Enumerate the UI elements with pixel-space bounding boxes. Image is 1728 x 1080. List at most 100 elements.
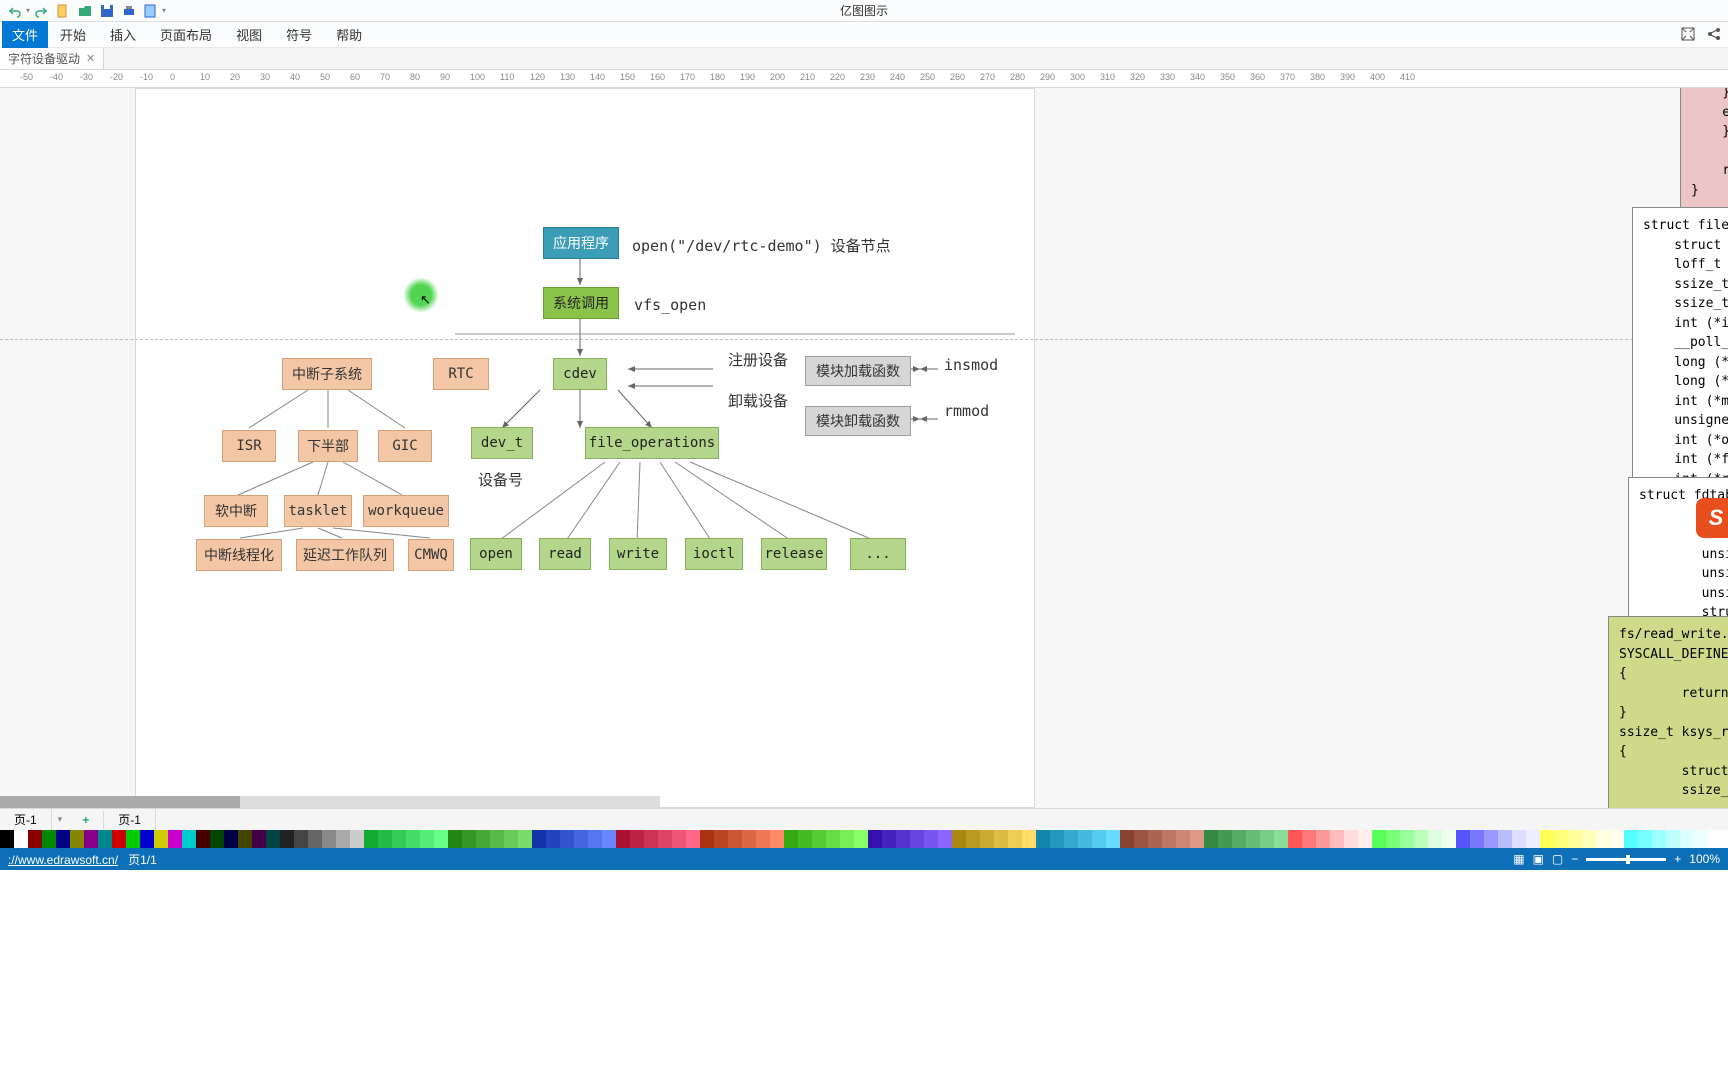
color-swatch[interactable] xyxy=(728,830,742,848)
shape-write[interactable]: write xyxy=(609,538,667,570)
color-swatch[interactable] xyxy=(28,830,42,848)
page-tab-1[interactable]: 页-1 xyxy=(0,809,52,830)
color-swatch[interactable] xyxy=(896,830,910,848)
zoom-in-icon[interactable]: + xyxy=(1674,852,1681,866)
color-swatch[interactable] xyxy=(1120,830,1134,848)
menu-symbol[interactable]: 符号 xyxy=(274,21,324,48)
shape-gic[interactable]: GIC xyxy=(378,430,432,462)
view-mode-icon[interactable]: ▦ xyxy=(1513,852,1524,866)
new-icon[interactable] xyxy=(55,3,71,19)
color-swatch[interactable] xyxy=(1694,830,1708,848)
color-swatch[interactable] xyxy=(994,830,1008,848)
annot-open-call[interactable]: open("/dev/rtc-demo") 设备节点 xyxy=(632,235,891,256)
menu-layout[interactable]: 页面布局 xyxy=(148,21,224,48)
color-swatch[interactable] xyxy=(1638,830,1652,848)
color-swatch[interactable] xyxy=(1064,830,1078,848)
color-swatch[interactable] xyxy=(1316,830,1330,848)
print-icon[interactable] xyxy=(121,3,137,19)
color-swatch[interactable] xyxy=(56,830,70,848)
color-swatch[interactable] xyxy=(560,830,574,848)
color-swatch[interactable] xyxy=(406,830,420,848)
guide-line[interactable] xyxy=(0,339,1728,340)
share-icon[interactable] xyxy=(1706,26,1722,45)
shape-syscall[interactable]: 系统调用 xyxy=(543,287,619,319)
color-swatch[interactable] xyxy=(112,830,126,848)
color-swatch[interactable] xyxy=(1540,830,1554,848)
color-swatch[interactable] xyxy=(1470,830,1484,848)
annot-rmmod[interactable]: rmmod xyxy=(944,402,989,420)
preview-icon[interactable] xyxy=(143,3,159,19)
shape-tasklet[interactable]: tasklet xyxy=(284,495,352,527)
color-swatch[interactable] xyxy=(126,830,140,848)
color-swatch[interactable] xyxy=(434,830,448,848)
color-swatch[interactable] xyxy=(322,830,336,848)
annot-insmod[interactable]: insmod xyxy=(944,356,998,374)
color-swatch[interactable] xyxy=(1008,830,1022,848)
color-swatch[interactable] xyxy=(182,830,196,848)
color-swatch[interactable] xyxy=(1204,830,1218,848)
color-swatch[interactable] xyxy=(714,830,728,848)
color-swatch[interactable] xyxy=(1288,830,1302,848)
color-swatch[interactable] xyxy=(350,830,364,848)
color-swatch[interactable] xyxy=(1526,830,1540,848)
shape-cdev[interactable]: cdev xyxy=(553,358,607,390)
color-swatch[interactable] xyxy=(1512,830,1526,848)
color-swatch[interactable] xyxy=(1232,830,1246,848)
color-swatch[interactable] xyxy=(1148,830,1162,848)
color-swatch[interactable] xyxy=(1190,830,1204,848)
menu-start[interactable]: 开始 xyxy=(48,21,98,48)
color-swatch[interactable] xyxy=(84,830,98,848)
code-top[interactable]: } els } ret } xyxy=(1680,88,1728,209)
color-swatch[interactable] xyxy=(70,830,84,848)
shape-workqueue[interactable]: workqueue xyxy=(363,495,449,527)
shape-file-ops[interactable]: file_operations xyxy=(585,427,719,459)
color-swatch[interactable] xyxy=(392,830,406,848)
color-swatch[interactable] xyxy=(1582,830,1596,848)
color-swatch[interactable] xyxy=(756,830,770,848)
color-swatch[interactable] xyxy=(224,830,238,848)
view-mode-icon[interactable]: ▣ xyxy=(1533,852,1544,866)
color-swatch[interactable] xyxy=(1428,830,1442,848)
color-swatch[interactable] xyxy=(1260,830,1274,848)
color-swatch[interactable] xyxy=(812,830,826,848)
color-swatch[interactable] xyxy=(686,830,700,848)
color-swatch[interactable] xyxy=(196,830,210,848)
undo-icon[interactable] xyxy=(7,3,23,19)
scrollbar-horizontal[interactable] xyxy=(0,796,660,808)
color-swatch[interactable] xyxy=(476,830,490,848)
color-swatch[interactable] xyxy=(588,830,602,848)
close-icon[interactable]: ✕ xyxy=(86,52,95,65)
annot-devno[interactable]: 设备号 xyxy=(478,469,523,490)
annot-unreg-dev[interactable]: 卸载设备 xyxy=(728,390,788,411)
dropdown-icon[interactable]: ▾ xyxy=(26,6,30,15)
color-swatch[interactable] xyxy=(1610,830,1624,848)
color-swatch[interactable] xyxy=(1092,830,1106,848)
color-swatch[interactable] xyxy=(1652,830,1666,848)
color-swatch[interactable] xyxy=(448,830,462,848)
color-swatch[interactable] xyxy=(1176,830,1190,848)
color-swatch[interactable] xyxy=(98,830,112,848)
color-swatch[interactable] xyxy=(532,830,546,848)
shape-irq-thread[interactable]: 中断线程化 xyxy=(196,539,282,571)
color-swatch[interactable] xyxy=(1554,830,1568,848)
color-swatch[interactable] xyxy=(280,830,294,848)
color-swatch[interactable] xyxy=(1358,830,1372,848)
color-swatch[interactable] xyxy=(336,830,350,848)
shape-release[interactable]: release xyxy=(761,538,827,570)
dropdown-icon[interactable]: ▾ xyxy=(52,814,69,825)
color-swatch[interactable] xyxy=(1442,830,1456,848)
color-swatch[interactable] xyxy=(854,830,868,848)
code-syscall[interactable]: fs/read_write.c SYSCALL_DEFINE3(re { ret… xyxy=(1608,616,1728,808)
shape-softirq[interactable]: 软中断 xyxy=(204,495,268,527)
sogou-ime-icon[interactable]: S xyxy=(1696,498,1728,538)
dropdown-icon[interactable]: ▾ xyxy=(162,6,166,15)
color-swatch[interactable] xyxy=(616,830,630,848)
color-swatch[interactable] xyxy=(1218,830,1232,848)
color-swatch[interactable] xyxy=(952,830,966,848)
color-swatch[interactable] xyxy=(1372,830,1386,848)
color-swatch[interactable] xyxy=(1498,830,1512,848)
color-swatch[interactable] xyxy=(644,830,658,848)
shape-app-layer[interactable]: 应用程序 xyxy=(543,227,619,259)
color-swatch[interactable] xyxy=(826,830,840,848)
color-swatch[interactable] xyxy=(462,830,476,848)
